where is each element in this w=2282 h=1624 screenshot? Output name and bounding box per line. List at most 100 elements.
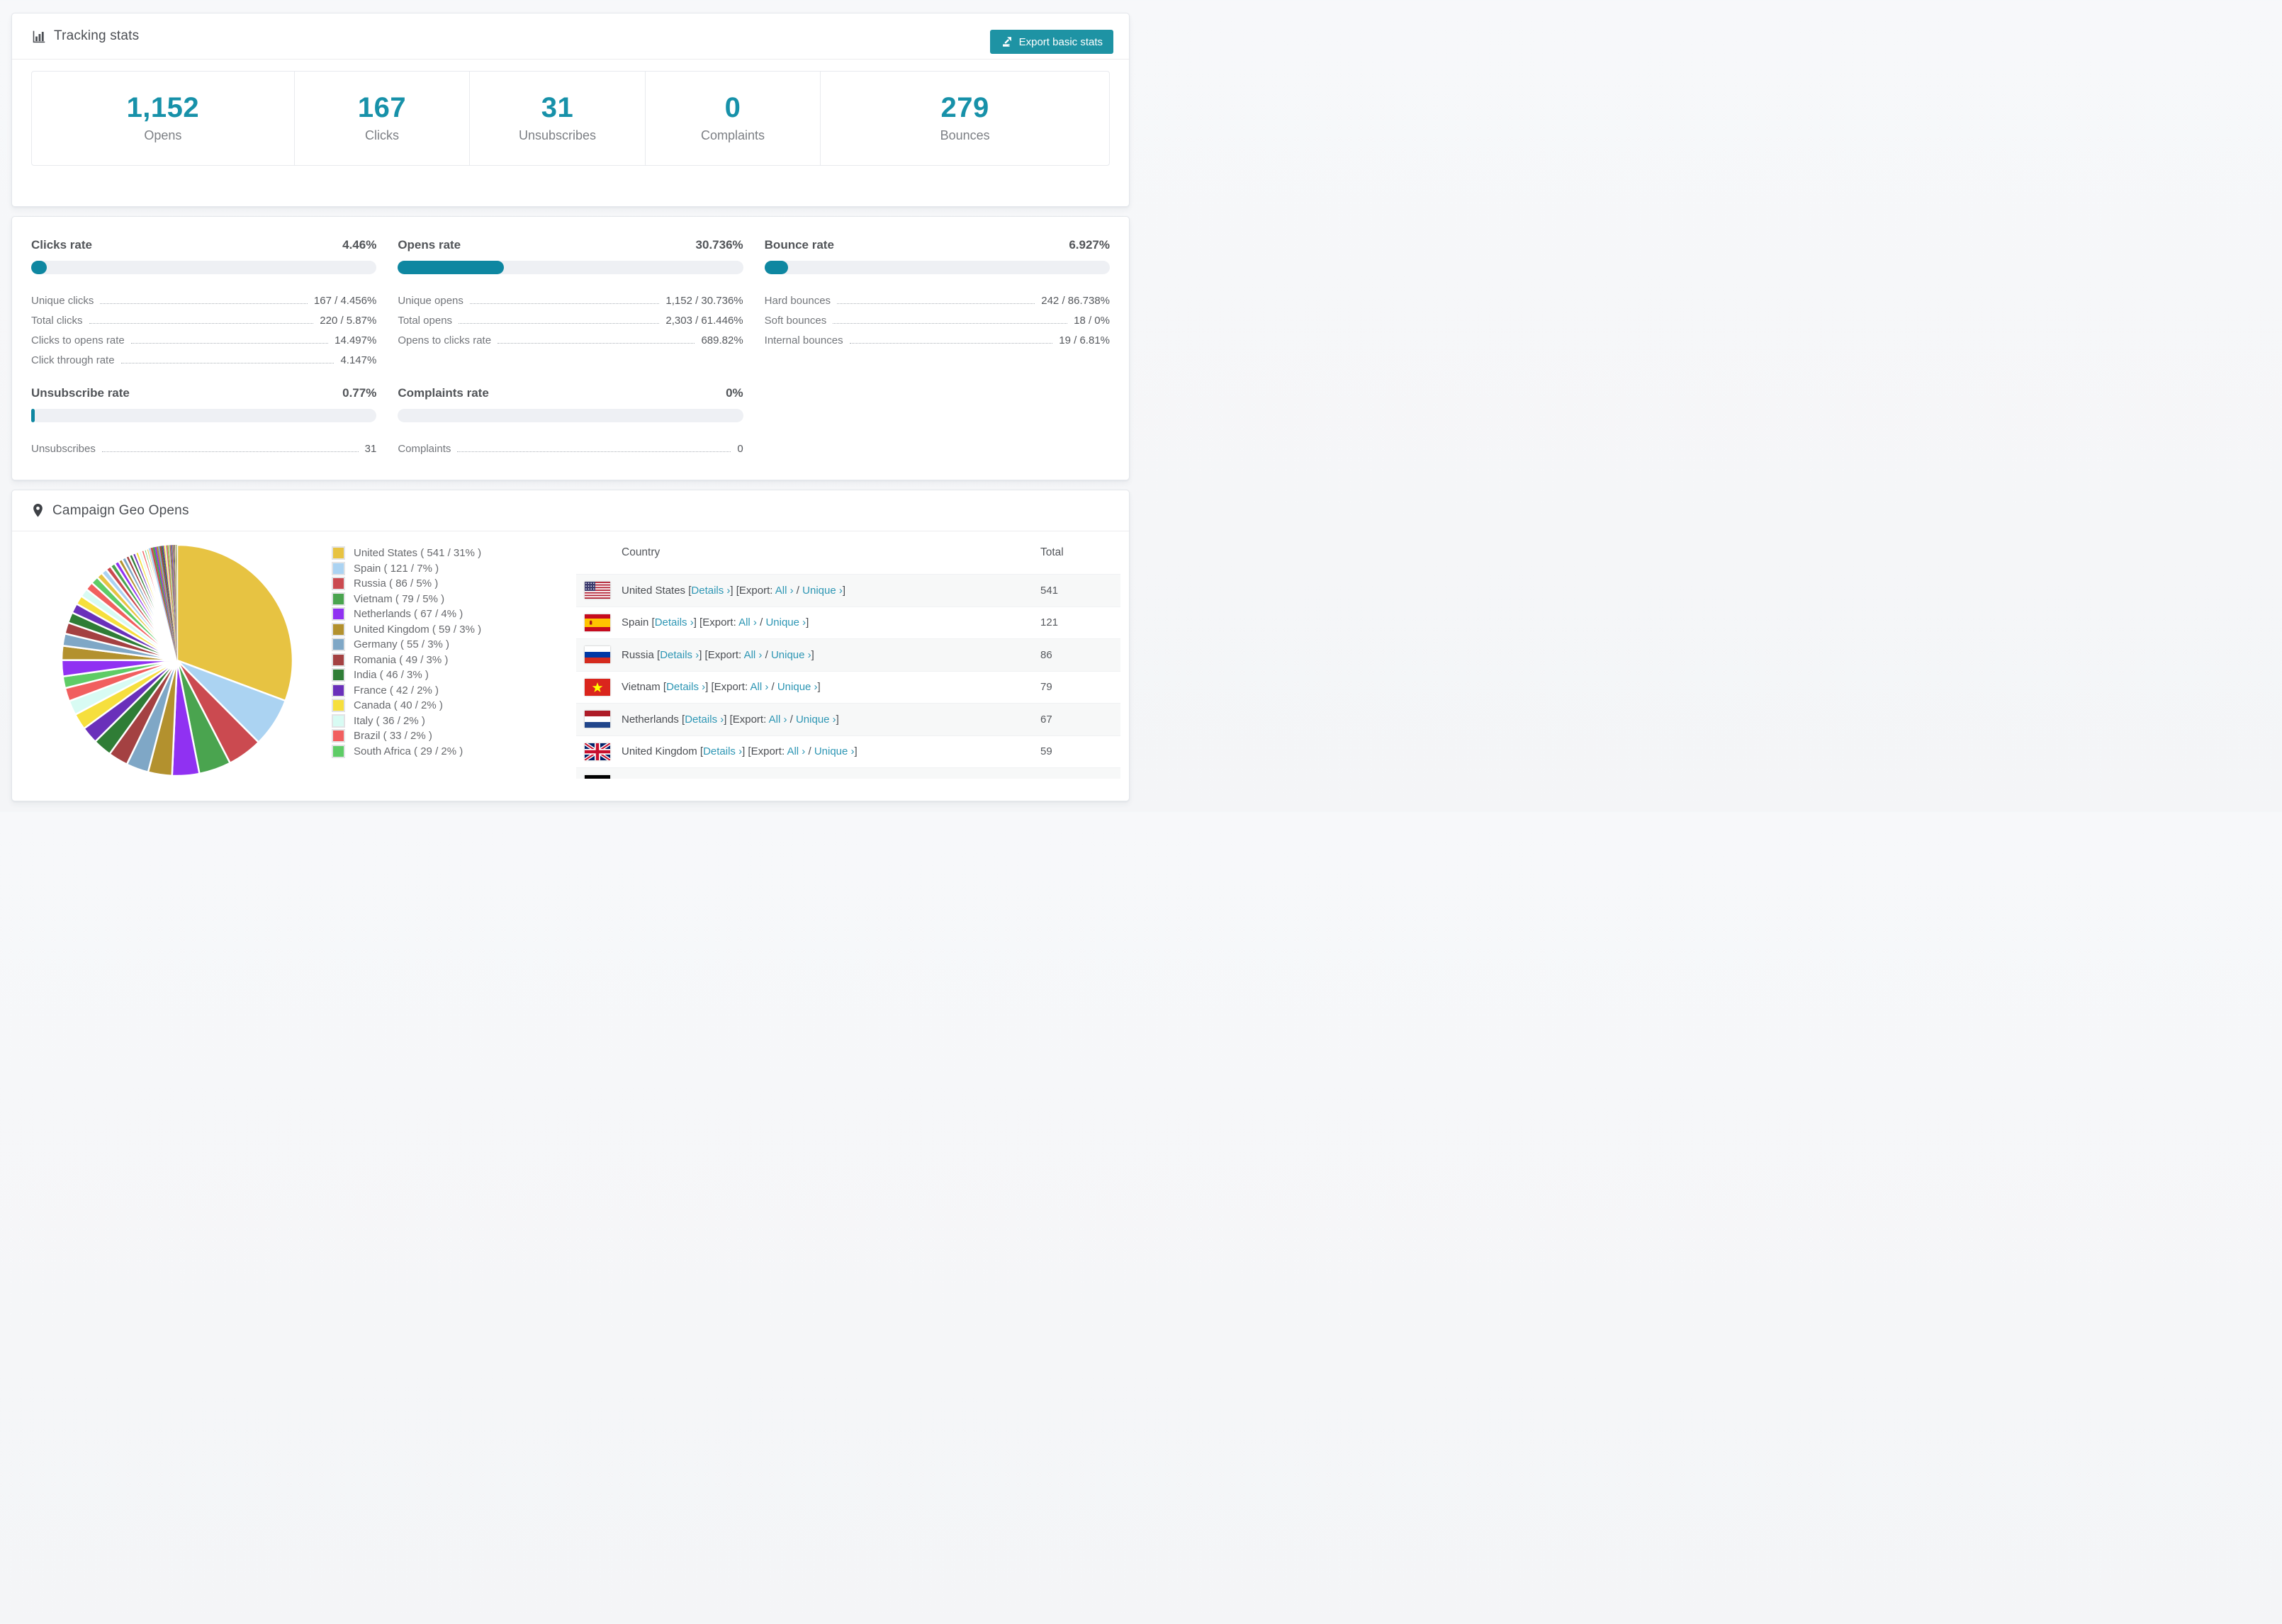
rate-value-complaints-rate: 0% [726,386,743,400]
map-pin-icon [31,503,45,518]
flag-de-icon [585,775,610,779]
legend-item-united-kingdom: United Kingdom ( 59 / 3% ) [332,622,481,638]
export-all-link-netherlands[interactable]: All › [769,714,787,726]
legend-swatch [332,744,345,758]
export-unique-link-russia[interactable]: Unique › [771,649,811,661]
export-basic-stats-button[interactable]: Export basic stats [989,30,1113,54]
stat-value-unsubscribes: 31 [541,92,574,123]
rate-row-total-clicks: Total clicks 220 / 5.87% [31,307,376,327]
table-row-germany: Germany [Details ›] [Export: All › / Uni… [576,767,1120,779]
rate-row-label: Unsubscribes [31,443,96,455]
rate-row-label: Click through rate [31,354,115,366]
export-unique-link-germany[interactable]: Unique › [782,778,823,779]
legend-item-romania: Romania ( 49 / 3% ) [332,653,481,668]
flag-es-icon [585,614,610,631]
total-cell-united-kingdom: 59 [1040,745,1052,758]
rate-row-value: 18 / 0% [1074,315,1110,327]
legend-swatch [332,546,345,560]
rate-row-label: Complaints [398,443,451,455]
rate-progressbar-fill [764,261,789,274]
legend-label: Italy ( 36 / 2% ) [354,714,425,727]
stat-value-opens: 1,152 [126,92,200,123]
country-cell: Germany [Details ›] [Export: All › / Uni… [576,775,1040,779]
country-cell: Russia [Details ›] [Export: All › / Uniq… [576,646,1040,664]
flag-nl-icon [585,711,610,728]
rate-value-opens-rate: 30.736% [695,238,743,252]
legend-label: Netherlands ( 67 / 4% ) [354,608,463,621]
legend-label: United Kingdom ( 59 / 3% ) [354,623,482,636]
rate-row-value: 19 / 6.81% [1059,334,1110,346]
rate-progressbar-complaints-rate [398,409,743,422]
legend-label: Romania ( 49 / 3% ) [354,653,449,666]
stat-label-opens: Opens [144,128,182,142]
geo-header: Campaign Geo Opens [12,490,1129,531]
stat-label-clicks: Clicks [365,128,399,142]
legend-label: Russia ( 86 / 5% ) [354,577,439,590]
rate-value-bounce-rate: 6.927% [1069,238,1110,252]
rate-progressbar-clicks-rate [31,261,377,274]
stat-cell-opens: 1,152 Opens [32,72,294,165]
rate-row-value: 4.147% [340,354,377,366]
export-all-link-russia[interactable]: All › [744,649,763,661]
details-link-germany[interactable]: Details › [671,778,710,779]
export-unique-link-united-states[interactable]: Unique › [802,585,843,597]
table-row-spain: Spain [Details ›] [Export: All › / Uniqu… [576,606,1120,639]
export-unique-link-netherlands[interactable]: Unique › [796,714,836,726]
export-all-link-united-states[interactable]: All › [775,585,794,597]
rate-row-value: 0 [737,443,743,455]
export-unique-link-vietnam[interactable]: Unique › [777,681,818,693]
details-link-united-kingdom[interactable]: Details › [703,745,742,757]
details-link-netherlands[interactable]: Details › [685,714,724,726]
rate-row-label: Internal bounces [764,334,843,346]
geo-legend: United States ( 541 / 31% ) Spain ( 121 /… [332,546,481,759]
export-unique-link-spain[interactable]: Unique › [765,616,806,628]
total-cell-spain: 121 [1040,616,1059,629]
dotted-leader [833,323,1068,324]
details-link-spain[interactable]: Details › [655,616,694,628]
rate-row-label: Total clicks [31,315,83,327]
legend-item-south-africa: South Africa ( 29 / 2% ) [332,744,481,760]
rate-title-clicks-rate: Clicks rate [31,238,92,252]
legend-swatch [332,561,345,575]
rate-row-label: Opens to clicks rate [398,334,492,346]
legend-swatch [332,714,345,728]
flag-us-icon [585,582,610,599]
table-row-netherlands: Netherlands [Details ›] [Export: All › /… [576,703,1120,735]
export-all-link-vietnam[interactable]: All › [750,681,768,693]
dotted-leader [89,323,314,324]
rates-grid: Clicks rate 4.46% Unique clicks 167 / 4.456… [31,238,1110,455]
rate-row-value: 220 / 5.87% [320,315,377,327]
legend-swatch [332,607,345,621]
dotted-leader [498,343,695,344]
flag-vn-icon [585,678,610,696]
rate-row-label: Hard bounces [764,295,831,307]
total-cell-germany: 55 [1040,778,1120,779]
stat-value-bounces: 279 [940,92,989,123]
export-all-link-united-kingdom[interactable]: All › [787,745,805,757]
details-link-united-states[interactable]: Details › [691,585,730,597]
stat-value-clicks: 167 [357,92,407,123]
rate-row-label: Unique clicks [31,295,94,307]
rate-row-unique-opens: Unique opens 1,152 / 30.736% [398,287,743,307]
rate-title-complaints-rate: Complaints rate [398,386,489,400]
dotted-leader [101,451,359,452]
legend-swatch [332,668,345,682]
table-row-vietnam: Vietnam [Details ›] [Export: All › / Uni… [576,670,1120,704]
export-all-link-germany[interactable]: All › [755,778,773,779]
legend-item-united-states: United States ( 541 / 31% ) [332,546,481,561]
details-link-vietnam[interactable]: Details › [666,681,705,693]
column-header-total: Total [1040,546,1064,558]
total-cell-netherlands: 67 [1040,713,1052,726]
legend-swatch [332,622,345,636]
dotted-leader [100,303,308,304]
flag-gb-icon [585,743,610,760]
rate-row-internal-bounces: Internal bounces 19 / 6.81% [765,327,1110,346]
total-cell-russia: 86 [1040,648,1052,661]
legend-label: Vietnam ( 79 / 5% ) [354,592,445,605]
export-unique-link-united-kingdom[interactable]: Unique › [814,745,855,757]
legend-swatch [332,683,345,697]
details-link-russia[interactable]: Details › [660,649,699,661]
export-all-link-spain[interactable]: All › [738,616,757,628]
legend-label: Canada ( 40 / 2% ) [354,699,443,712]
legend-label: France ( 42 / 2% ) [354,684,439,697]
